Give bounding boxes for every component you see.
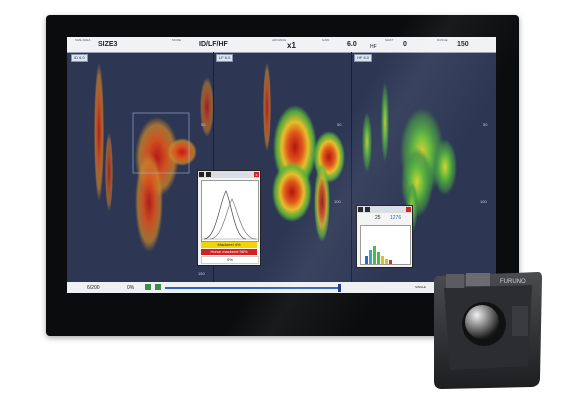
advance-label: ADVANCE xyxy=(272,38,287,42)
freq-unit: HF xyxy=(370,44,377,50)
shift-label: SHIFT xyxy=(385,38,394,42)
species-row-mackerel: Mackerel 4% xyxy=(201,242,257,248)
gain-value[interactable]: 6.0 xyxy=(347,41,357,48)
mode-tag: SINGLE xyxy=(415,285,427,289)
advance-value[interactable]: x1 xyxy=(287,41,296,50)
size-area-label: SIZE AREA xyxy=(75,38,91,42)
echo-display[interactable]: ID 6.0 LF 6.0 HF 6.0 50 100 150 50 100 5… xyxy=(67,52,496,282)
slider-handle[interactable] xyxy=(338,284,341,292)
size-count: 25 xyxy=(375,215,381,221)
window-titlebar[interactable] xyxy=(357,206,412,213)
mode-value[interactable]: ID/LF/HF xyxy=(199,41,228,48)
range-label: RANGE xyxy=(437,38,448,42)
depth-label: 100 xyxy=(334,199,341,204)
mode-label: MODE xyxy=(172,38,181,42)
depth-label: 150 xyxy=(198,271,205,276)
window-icon[interactable] xyxy=(358,207,363,212)
window-icon[interactable] xyxy=(365,207,370,212)
depth-label: 50 xyxy=(201,122,206,127)
percent-value: 0% xyxy=(127,285,135,291)
distribution-graph xyxy=(201,180,259,242)
size-value[interactable]: SIZE3 xyxy=(98,41,117,48)
close-icon[interactable]: x xyxy=(254,172,259,177)
frame-counter: 6/200 xyxy=(87,285,100,291)
size-histogram xyxy=(360,225,411,265)
gain-label: GAIN xyxy=(322,38,330,42)
window-icon[interactable] xyxy=(199,172,204,177)
record-icon[interactable] xyxy=(155,284,161,290)
status-bar: SIZE AREA SIZE3 MODE ID/LF/HF ADVANCE x1… xyxy=(67,37,496,53)
window-titlebar[interactable]: x xyxy=(198,171,260,178)
panel-tag-lf[interactable]: LF 6.0 xyxy=(216,54,234,62)
size-count-total: 1276 xyxy=(390,215,402,221)
sonar-screen: SIZE AREA SIZE3 MODE ID/LF/HF ADVANCE x1… xyxy=(67,37,496,293)
trackball-unit[interactable]: FURUNO xyxy=(432,266,544,389)
svg-text:FURUNO: FURUNO xyxy=(500,279,526,285)
shift-value[interactable]: 0 xyxy=(403,41,407,48)
play-icon[interactable] xyxy=(145,284,151,290)
size-window[interactable]: 25 1276 xyxy=(356,205,413,268)
species-row-other: 0% xyxy=(201,256,259,264)
close-icon[interactable] xyxy=(406,207,411,212)
playback-slider[interactable] xyxy=(165,287,338,289)
panel-tag-id[interactable]: ID 6.0 xyxy=(71,54,88,62)
window-icon[interactable] xyxy=(206,172,211,177)
depth-label: 50 xyxy=(483,122,488,127)
range-value[interactable]: 150 xyxy=(457,41,469,48)
depth-label: 100 xyxy=(480,199,487,204)
histogram-window[interactable]: x Mackerel 4% Horse mackerel 96% 0% xyxy=(197,170,261,266)
panel-divider xyxy=(351,52,352,282)
echo-graphics xyxy=(94,62,457,252)
depth-label: 50 xyxy=(337,122,342,127)
species-row-horse-mackerel: Horse mackerel 96% xyxy=(201,249,257,255)
panel-tag-hf[interactable]: HF 6.0 xyxy=(354,54,373,62)
